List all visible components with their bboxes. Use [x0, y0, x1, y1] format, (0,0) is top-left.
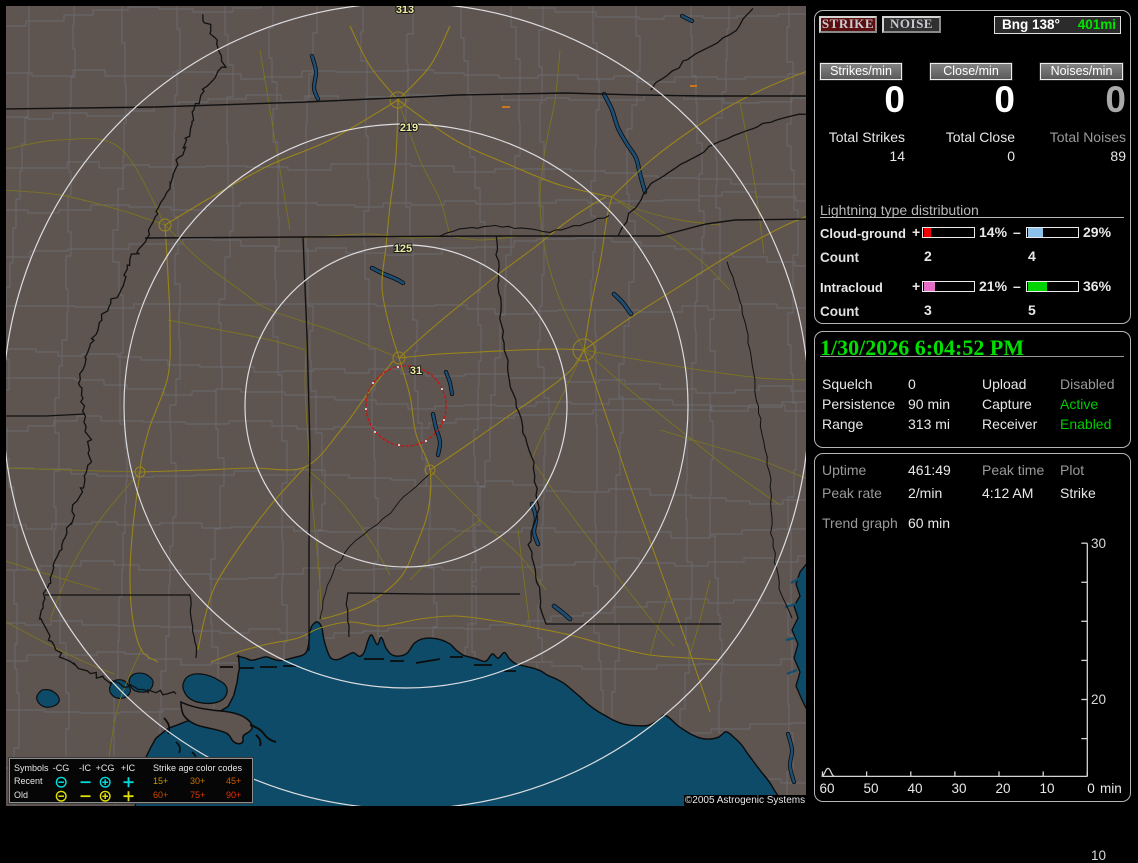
svg-text:313: 313 [396, 6, 414, 16]
svg-text:31: 31 [410, 365, 422, 377]
svg-text:219: 219 [400, 122, 418, 134]
svg-text:125: 125 [394, 243, 412, 255]
